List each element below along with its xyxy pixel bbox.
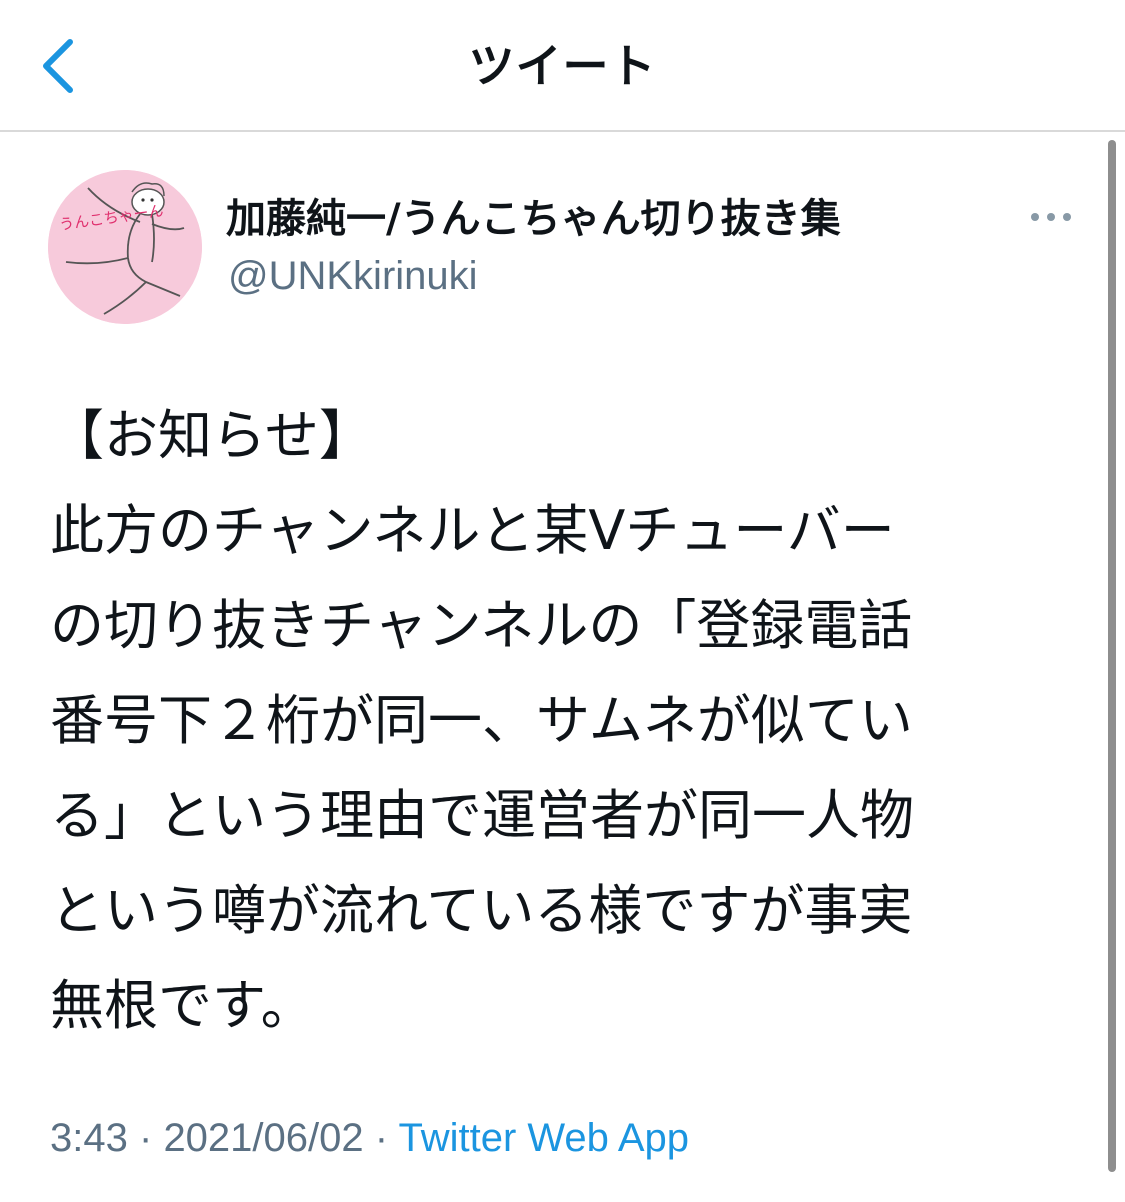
tweet-text-line: 此方のチャンネルと某Vチューバー	[50, 499, 895, 562]
meta-separator: ·	[374, 1116, 389, 1160]
author-display-name[interactable]: 加藤純一/うんこちゃん切り抜き集	[226, 194, 841, 244]
tweet-metadata: 3:43 · 2021/06/02 · Twitter Web App	[50, 1110, 689, 1166]
meta-separator: ·	[138, 1116, 153, 1160]
more-options-button[interactable]	[1025, 202, 1077, 232]
avatar-illustration: うんこちゃーん	[48, 170, 202, 324]
tweet-text-line: 無根です。	[50, 974, 315, 1037]
tweet-time: 3:43	[50, 1116, 128, 1160]
author-handle[interactable]: @UNKkirinuki	[228, 251, 478, 301]
tweet-date: 2021/06/02	[163, 1116, 364, 1160]
tweet-text-line: 番号下２桁が同一、サムネが似てい	[50, 689, 913, 752]
tweet-text-line: の切り抜きチャンネルの「登録電話	[50, 594, 913, 657]
page-title: ツイート	[468, 39, 657, 93]
tweet-text-line: る」という理由で運営者が同一人物	[50, 784, 914, 847]
avatar[interactable]: うんこちゃーん	[48, 170, 202, 324]
tweet-source-link[interactable]: Twitter Web App	[398, 1116, 689, 1160]
scrollbar[interactable]	[1108, 140, 1116, 1172]
more-horizontal-icon	[1031, 213, 1071, 221]
tweet-body: 【お知らせ】 此方のチャンネルと某Vチューバー の切り抜きチャンネルの「登録電話…	[50, 388, 1050, 1053]
tweet-detail: うんこちゃーん 加藤純一/うんこちゃん切り抜き集 @UNKkirinuki 【お…	[0, 132, 1125, 1202]
tweet-text-line: 【お知らせ】	[50, 404, 373, 467]
tweet-text-line: という噂が流れている様ですが事実	[50, 879, 913, 942]
navigation-bar: ツイート	[0, 0, 1125, 132]
